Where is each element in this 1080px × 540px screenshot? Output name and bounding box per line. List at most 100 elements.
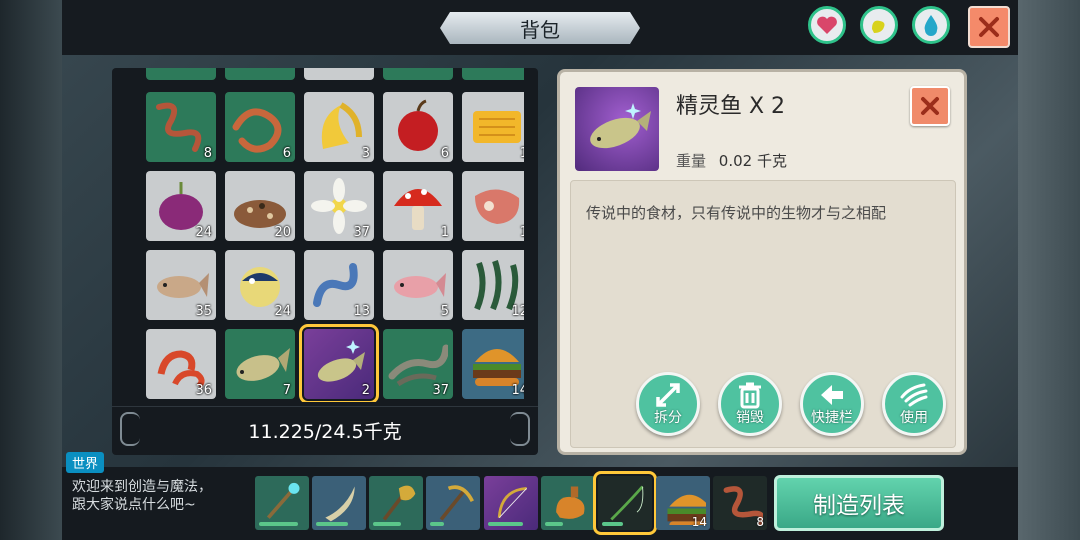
item-count: 3 [361,146,370,161]
health-stat[interactable] [808,6,846,44]
hotbar-slot[interactable] [312,476,366,530]
weight-text: 11.225/24.5千克 [248,420,402,443]
raw-meat-icon [475,189,520,224]
inventory-slot[interactable]: 6 [383,92,453,162]
close-detail-button[interactable] [910,86,950,126]
pink-fish-icon [394,273,446,298]
durability-bar [373,522,401,526]
hotbar-slot[interactable]: 8 [713,476,767,530]
mushroom-icon [394,189,442,230]
chat-box[interactable]: 欢迎来到创造与魔法， 跟大家说点什么吧~ [72,478,212,514]
inventory-slot[interactable]: 13 [304,250,374,320]
inventory-slot[interactable]: 37 [383,329,453,399]
item-detail-icon [575,87,659,171]
inventory-slot[interactable]: 24 [225,250,295,320]
inventory-slot[interactable]: 35 [146,250,216,320]
battle-axe-icon [382,485,416,521]
inventory-slot[interactable]: 3 [304,92,374,162]
inventory-slot[interactable]: 12 [462,250,524,320]
earthworm-icon [156,102,202,152]
magic-staff-icon [266,482,300,519]
spirit-fish-icon [590,103,651,149]
item-count: 7 [282,383,291,398]
item-weight-label: 重量 [676,152,707,170]
inventory-slot[interactable] [383,68,453,80]
item-count: 24 [274,304,291,319]
inventory-slot[interactable]: 24 [146,171,216,241]
item-detail-panel: 精灵鱼 X 2 重量 0.02 千克 传说中的食材，只有传说中的生物才与之相配 … [557,69,967,455]
inventory-slot[interactable]: 1 [462,171,524,241]
use-label: 使用 [900,410,928,426]
flask-icon [556,486,585,519]
weight-bar: 11.225/24.5千克 [112,406,538,453]
destroy-button[interactable]: 销毁 [718,372,782,436]
hotbar-slot[interactable] [369,476,423,530]
banana-icon [321,102,362,149]
item-name: 精灵鱼 X 2 [676,94,786,119]
item-count: 5 [440,304,449,319]
fishing-rod-icon [610,485,644,521]
close-icon [979,17,999,37]
item-count: 35 [195,304,212,319]
hotbar-button[interactable]: 快捷栏 [800,372,864,436]
inventory-slot[interactable]: 37 [304,171,374,241]
item-weight: 重量 0.02 千克 [676,150,787,171]
item-count: 14 [511,383,524,398]
chat-line: 欢迎来到创造与魔法， [72,479,212,495]
item-count: 1 [440,225,449,240]
inventory-grid[interactable]: 8 6 3 6 1 24 20 37 1 1 35 24 13 5 12 36 7 2 37 14 [128,68,524,402]
item-count: 1 [519,225,524,240]
inventory-slot[interactable]: 1 [383,171,453,241]
inventory-slot[interactable]: 1 [462,92,524,162]
item-count: 12 [511,304,524,319]
inventory-slot[interactable] [146,68,216,80]
inventory-slot-selected[interactable]: 2 [299,324,379,402]
item-count: 8 [756,515,764,529]
page-title: 背包 [520,17,560,42]
inventory-slot[interactable] [304,68,374,80]
item-count: 6 [282,146,291,161]
hotbar-slot-selected[interactable] [593,471,657,535]
heart-icon [817,16,837,34]
durability-bar [488,522,523,526]
hotbar-slot[interactable] [255,476,309,530]
split-arrows-icon [656,383,680,407]
close-icon [921,97,939,115]
split-button[interactable]: 拆分 [636,372,700,436]
inventory-slot[interactable] [225,68,295,80]
apple-icon [398,99,438,151]
durability-bar [316,522,348,526]
inventory-slot[interactable]: 20 [225,171,295,241]
inventory-slot[interactable]: 7 [225,329,295,399]
arrow-left-icon [821,385,843,405]
inventory-slot[interactable]: 5 [383,250,453,320]
chat-line: 跟大家说点什么吧~ [72,497,196,513]
background-right [1018,0,1080,540]
durability-bar [545,522,563,526]
hotbar-slot[interactable] [426,476,480,530]
worm-icon [232,108,282,153]
item-count: 14 [691,515,707,529]
thirst-stat[interactable] [912,6,950,44]
item-weight-value: 0.02 千克 [718,152,787,170]
hunger-stat[interactable] [860,6,898,44]
close-inventory-button[interactable] [968,6,1010,48]
inventory-slot[interactable]: 6 [225,92,295,162]
hotbar-slot[interactable] [541,476,595,530]
inventory-slot[interactable]: 14 [462,329,524,399]
chat-channel-tag[interactable]: 世界 [66,452,105,473]
hotbar-slot[interactable]: 14 [656,476,710,530]
item-count: 36 [195,383,212,398]
inventory-slot[interactable] [462,68,524,80]
bow-icon [497,486,528,518]
spirit-fish-icon [317,340,365,382]
craft-list-label: 制造列表 [813,493,905,519]
water-drop-icon [924,15,938,36]
hotbar-slot[interactable] [484,476,538,530]
use-button[interactable]: 使用 [882,372,946,436]
inventory-slot[interactable]: 36 [146,329,216,399]
durability-bar [602,522,623,526]
craft-list-button[interactable]: 制造列表 [774,475,944,531]
item-count: 6 [440,146,449,161]
inventory-slot[interactable]: 8 [146,92,216,162]
